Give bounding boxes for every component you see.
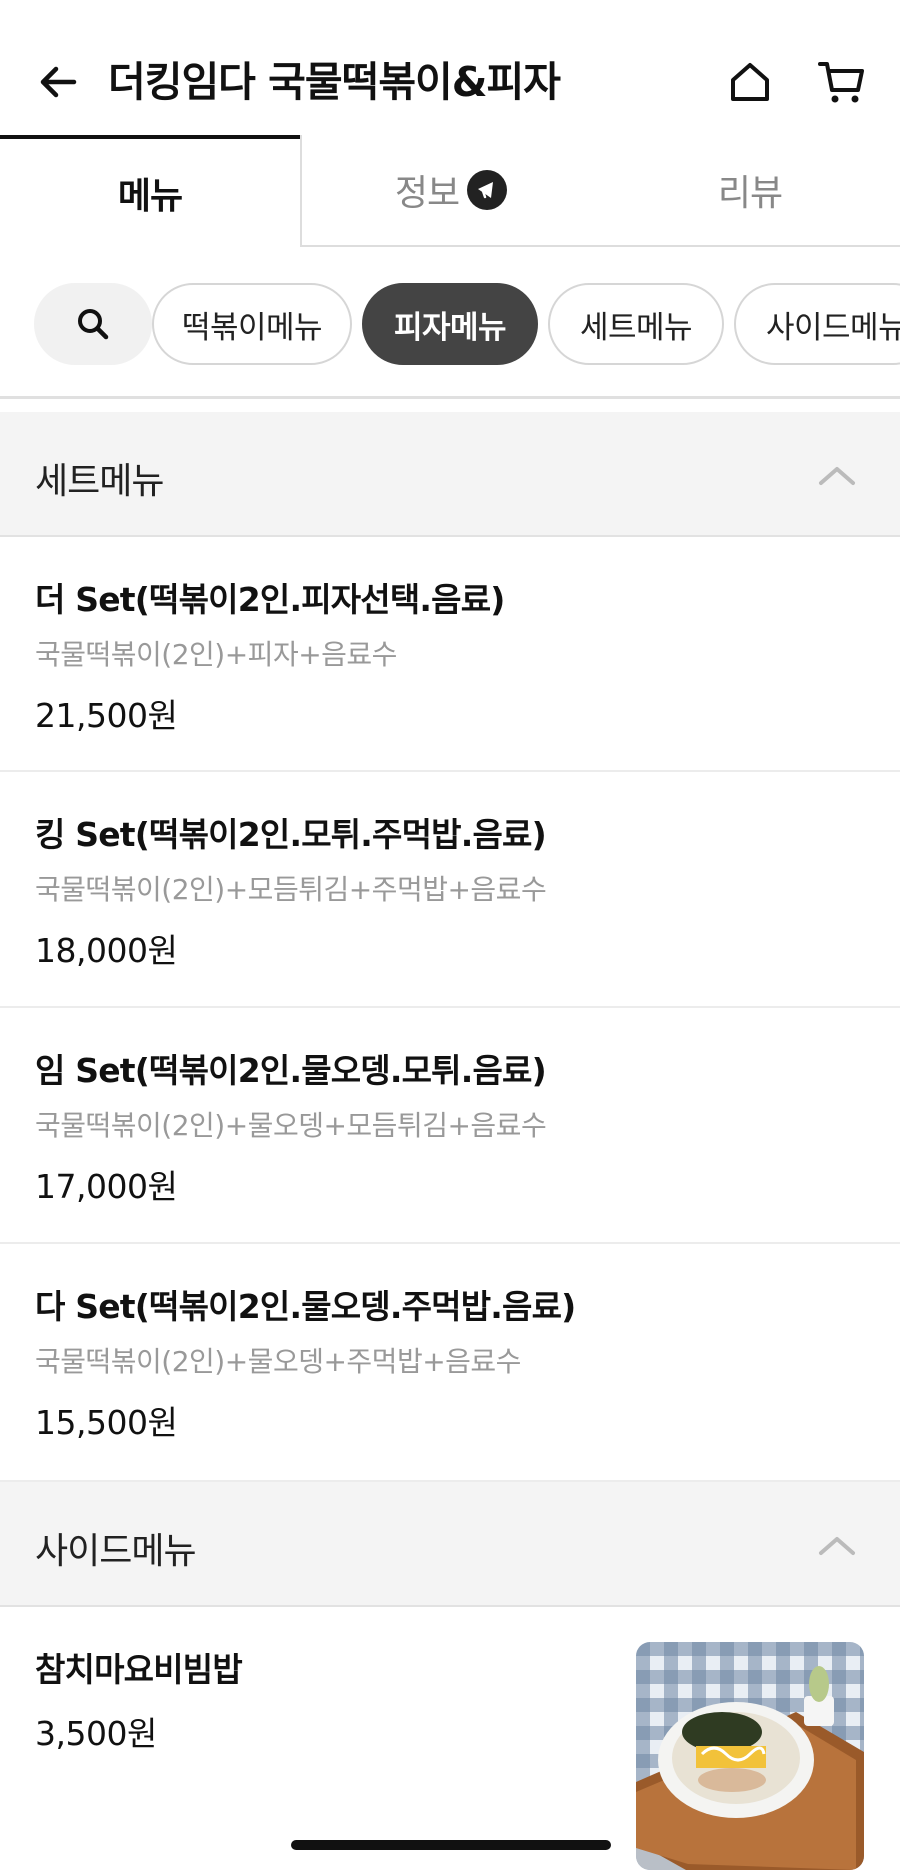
chevron-up-icon bbox=[819, 467, 855, 485]
menu-item[interactable]: 더 Set(떡볶이2인.피자선택.음료) 국물떡볶이(2인)+피자+음료수 21… bbox=[0, 537, 900, 772]
item-description: 국물떡볶이(2인)+피자+음료수 bbox=[35, 638, 397, 671]
item-price: 15,500원 bbox=[35, 1403, 178, 1442]
item-name: 임 Set(떡볶이2인.물오뎅.모튀.음료) bbox=[35, 1051, 547, 1090]
item-name: 다 Set(떡볶이2인.물오뎅.주먹밥.음료) bbox=[35, 1287, 576, 1326]
item-name: 더 Set(떡볶이2인.피자선택.음료) bbox=[35, 580, 505, 619]
tuna-mayo-bibimbap-photo bbox=[636, 1642, 864, 1870]
menu-item[interactable]: 다 Set(떡볶이2인.물오뎅.주먹밥.음료) 국물떡볶이(2인)+물오뎅+주먹… bbox=[0, 1244, 900, 1482]
chip-set-menu[interactable]: 세트메뉴 bbox=[548, 283, 724, 365]
item-price: 3,500원 bbox=[35, 1714, 157, 1753]
section-header-side-menu[interactable]: 사이드메뉴 bbox=[0, 1482, 900, 1607]
tab-info[interactable]: 정보 bbox=[300, 135, 600, 247]
item-price: 18,000원 bbox=[35, 931, 178, 970]
cart-button[interactable] bbox=[812, 52, 872, 112]
menu-search-button[interactable] bbox=[34, 283, 152, 365]
home-indicator bbox=[291, 1840, 611, 1850]
cart-icon bbox=[818, 62, 864, 103]
item-name: 참치마요비빔밥 bbox=[35, 1650, 243, 1689]
tab-review-label: 리뷰 bbox=[717, 173, 783, 214]
item-description: 국물떡볶이(2인)+물오뎅+모듬튀김+음료수 bbox=[35, 1109, 547, 1142]
tab-menu-label: 메뉴 bbox=[117, 176, 183, 217]
item-name: 킹 Set(떡볶이2인.모튀.주먹밥.음료) bbox=[35, 815, 547, 854]
store-tabs: 메뉴 정보 리뷰 bbox=[0, 135, 900, 247]
chip-tteokbokki-menu[interactable]: 떡볶이메뉴 bbox=[152, 283, 352, 365]
category-chip-bar: 떡볶이메뉴 피자메뉴 세트메뉴 사이드메뉴 bbox=[0, 247, 900, 399]
menu-item-photo[interactable] bbox=[636, 1642, 864, 1870]
home-button[interactable] bbox=[720, 52, 780, 112]
chevron-up-icon bbox=[819, 1537, 855, 1555]
store-title: 더킹임다 국물떡볶이&피자 bbox=[108, 58, 561, 106]
item-description: 국물떡볶이(2인)+모듬튀김+주먹밥+음료수 bbox=[35, 873, 547, 906]
item-price: 17,000원 bbox=[35, 1167, 178, 1206]
chip-pizza-menu[interactable]: 피자메뉴 bbox=[362, 283, 538, 365]
home-icon bbox=[731, 63, 769, 101]
menu-item[interactable]: 임 Set(떡볶이2인.물오뎅.모튀.음료) 국물떡볶이(2인)+물오뎅+모듬튀… bbox=[0, 1008, 900, 1244]
section-title: 세트메뉴 bbox=[35, 461, 164, 502]
section-title: 사이드메뉴 bbox=[35, 1531, 197, 1572]
top-bar: 더킹임다 국물떡볶이&피자 bbox=[0, 0, 900, 135]
item-description: 국물떡볶이(2인)+물오뎅+주먹밥+음료수 bbox=[35, 1345, 521, 1378]
item-price: 21,500원 bbox=[35, 696, 178, 735]
search-icon bbox=[78, 309, 109, 340]
tab-review[interactable]: 리뷰 bbox=[600, 135, 900, 247]
megaphone-icon bbox=[467, 170, 508, 210]
section-header-set-menu[interactable]: 세트메뉴 bbox=[0, 412, 900, 537]
tab-info-label: 정보 bbox=[394, 173, 460, 214]
menu-item[interactable]: 킹 Set(떡볶이2인.모튀.주먹밥.음료) 국물떡볶이(2인)+모듬튀김+주먹… bbox=[0, 772, 900, 1008]
chip-side-menu[interactable]: 사이드메뉴 bbox=[734, 283, 900, 365]
arrow-left-icon bbox=[40, 66, 77, 98]
tab-menu[interactable]: 메뉴 bbox=[0, 135, 300, 247]
back-button[interactable] bbox=[28, 52, 88, 112]
